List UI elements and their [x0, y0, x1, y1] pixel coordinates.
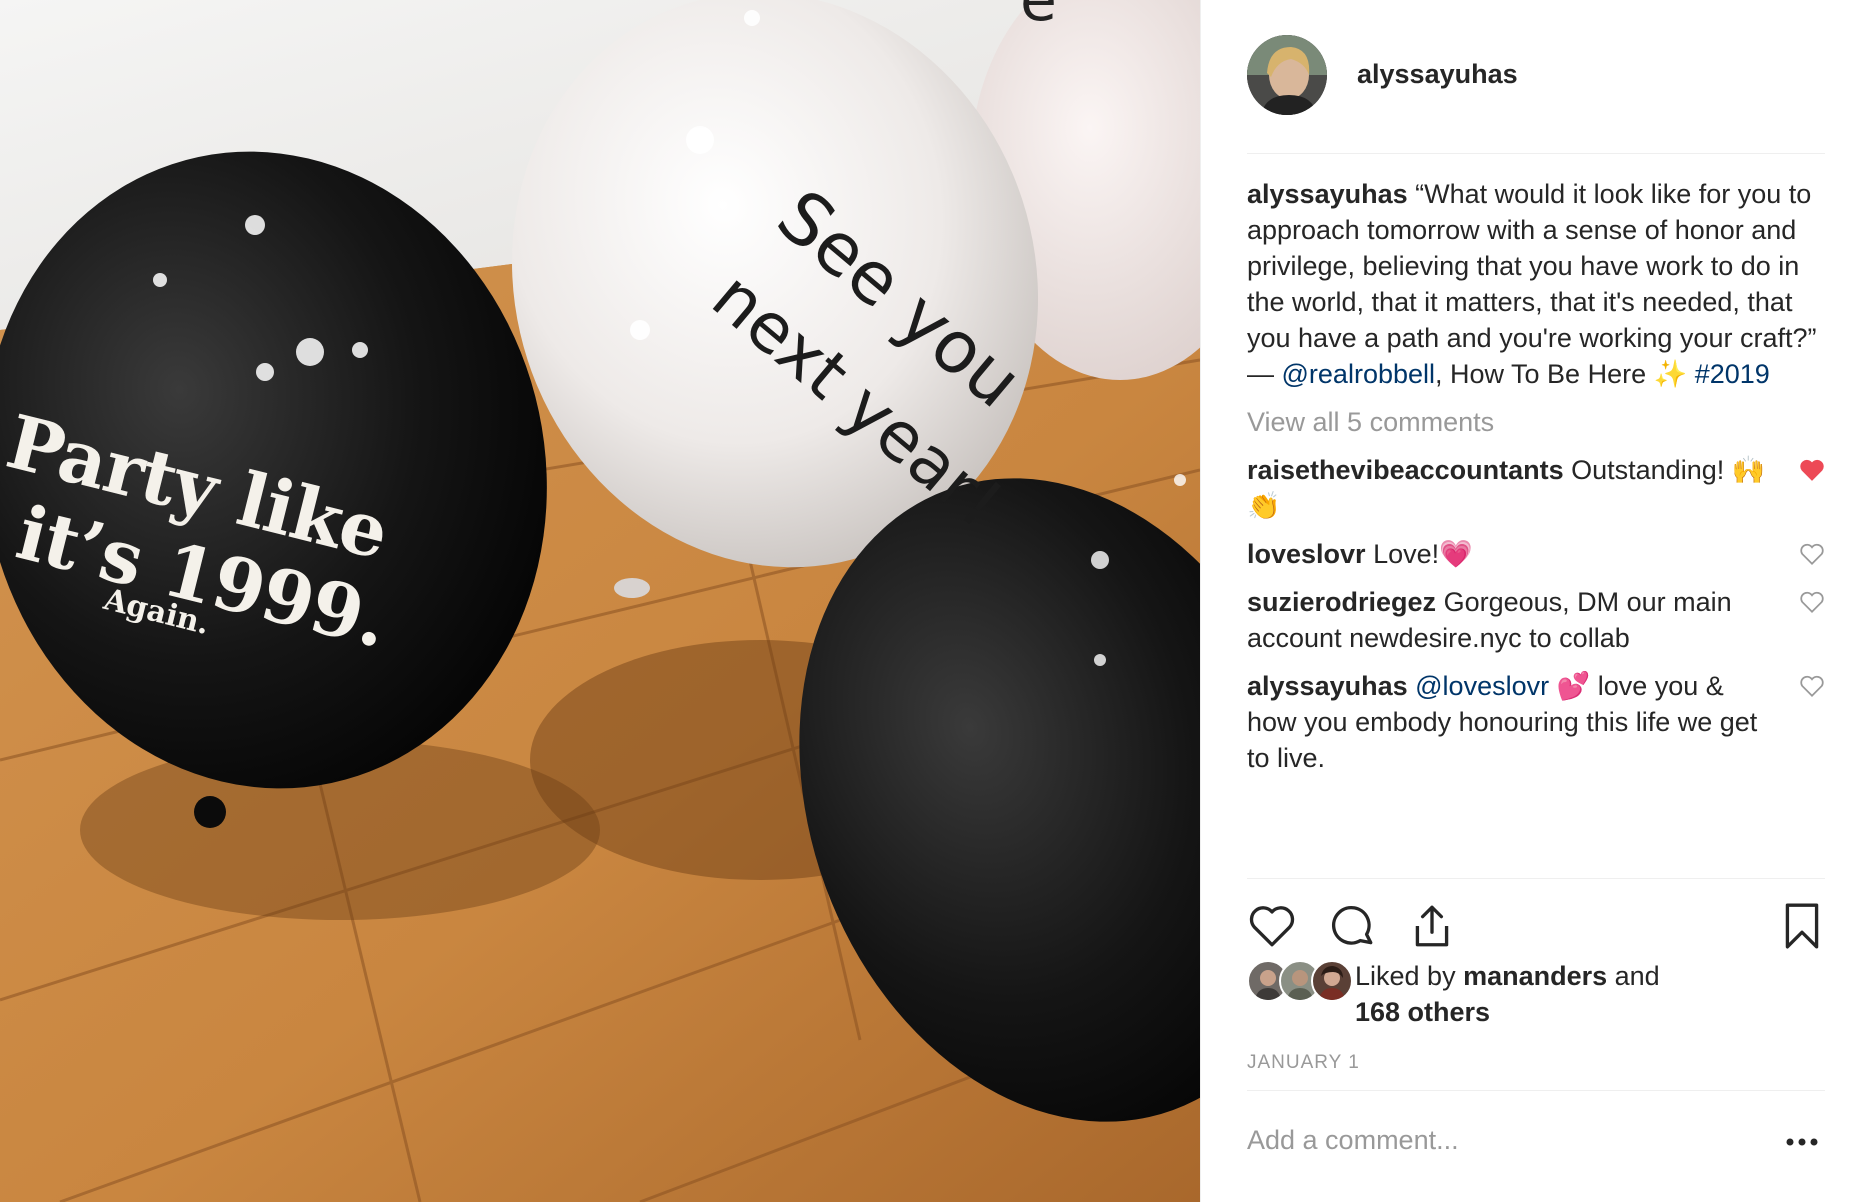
- comment-text: Love!💗: [1365, 539, 1473, 569]
- likes-summary: Liked by mananders and 168 others: [1247, 958, 1825, 1030]
- liker-avatars[interactable]: [1247, 958, 1355, 1002]
- comments-area: alyssayuhas “What would it look like for…: [1247, 176, 1825, 776]
- comment-heart-filled-icon[interactable]: [1799, 458, 1825, 482]
- comment-item: alyssayuhas @loveslovr 💕 love you & how …: [1247, 668, 1825, 776]
- comment-item: raisethevibeaccountants Outstanding! 🙌 👏: [1247, 452, 1825, 524]
- caption-mention[interactable]: @realrobbell: [1282, 359, 1435, 389]
- avatar-image: [1247, 34, 1327, 115]
- likes-others[interactable]: 168 others: [1355, 997, 1490, 1027]
- comment-item: suzierodriegez Gorgeous, DM our main acc…: [1247, 584, 1825, 656]
- svg-text:e: e: [1020, 0, 1057, 35]
- caption-username[interactable]: alyssayuhas: [1247, 179, 1408, 209]
- post-header: alyssayuhas: [1247, 34, 1825, 154]
- caption-text: “What would it look like for you to appr…: [1247, 179, 1817, 389]
- caption-text-after: , How To Be Here ✨: [1435, 359, 1695, 389]
- caption-hashtag[interactable]: #2019: [1695, 359, 1770, 389]
- heart-outline-icon[interactable]: [1247, 901, 1297, 951]
- instagram-post: e Party like it’s 1999. Again. See you n…: [0, 0, 1868, 1202]
- share-upload-icon[interactable]: [1407, 901, 1457, 951]
- post-caption: alyssayuhas “What would it look like for…: [1247, 176, 1825, 392]
- comment-username[interactable]: raisethevibeaccountants: [1247, 455, 1564, 485]
- liker-avatar: [1311, 960, 1353, 1002]
- likes-user[interactable]: mananders: [1463, 961, 1607, 991]
- profile-avatar[interactable]: [1247, 34, 1327, 115]
- likes-connector: and: [1607, 961, 1660, 991]
- comment-heart-icon[interactable]: [1799, 542, 1825, 566]
- action-bar: [1247, 878, 1825, 961]
- comment-username[interactable]: suzierodriegez: [1247, 587, 1436, 617]
- likes-prefix: Liked by: [1355, 961, 1464, 991]
- likes-text: Liked by mananders and 168 others: [1355, 958, 1660, 1030]
- comment-item: loveslovr Love!💗: [1247, 536, 1825, 572]
- comment-username[interactable]: alyssayuhas: [1247, 671, 1408, 701]
- post-side-panel: alyssayuhas alyssayuhas “What would it l…: [1200, 0, 1868, 1202]
- bookmark-icon[interactable]: [1777, 901, 1827, 951]
- comment-heart-icon[interactable]: [1799, 674, 1825, 698]
- post-photo[interactable]: e Party like it’s 1999. Again. See you n…: [0, 0, 1200, 1202]
- more-options-icon[interactable]: [1785, 1137, 1819, 1147]
- view-all-comments-link[interactable]: View all 5 comments: [1247, 404, 1825, 440]
- add-comment-bar: [1247, 1090, 1825, 1202]
- add-comment-input[interactable]: [1247, 1125, 1747, 1156]
- comment-username[interactable]: loveslovr: [1247, 539, 1366, 569]
- comment-heart-icon[interactable]: [1799, 590, 1825, 614]
- header-username[interactable]: alyssayuhas: [1357, 59, 1518, 90]
- comment-mention[interactable]: @loveslovr: [1415, 671, 1549, 701]
- comment-bubble-icon[interactable]: [1327, 901, 1377, 951]
- post-date[interactable]: JANUARY 1: [1247, 1052, 1360, 1074]
